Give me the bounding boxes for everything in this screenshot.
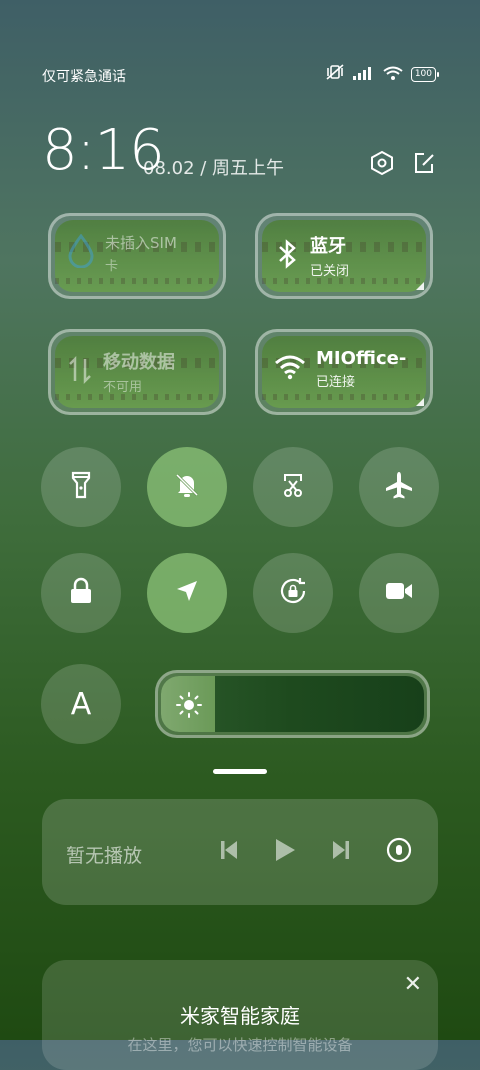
drag-handle[interactable] xyxy=(213,769,267,774)
toggle-mute[interactable] xyxy=(147,447,227,527)
vibrate-off-icon xyxy=(325,64,345,84)
status-icons: 100 xyxy=(325,64,440,84)
settings-icon[interactable] xyxy=(370,150,394,180)
media-player: 暂无播放 xyxy=(42,799,438,905)
water-drop-icon xyxy=(67,233,95,272)
tile-bluetooth-title: 蓝牙 xyxy=(310,236,346,257)
close-icon[interactable]: ✕ xyxy=(404,972,422,997)
data-arrows-icon xyxy=(67,355,93,389)
smarthome-title: 米家智能家庭 xyxy=(180,1004,300,1028)
play-icon[interactable] xyxy=(274,837,296,867)
toggle-location[interactable] xyxy=(147,553,227,633)
auto-brightness-button[interactable]: A xyxy=(41,664,121,744)
toggle-flashlight[interactable] xyxy=(41,447,121,527)
auto-brightness-label: A xyxy=(70,686,92,722)
edit-icon[interactable] xyxy=(412,150,436,180)
location-icon xyxy=(174,578,200,608)
tile-mobile-data-subtitle: 不可用 xyxy=(103,380,143,395)
tile-mobile-data[interactable]: 移动数据 不可用 xyxy=(48,329,226,415)
header-actions xyxy=(370,150,436,180)
tile-wifi[interactable]: MIOffice- 已连接 xyxy=(255,329,433,415)
cast-audio-icon[interactable] xyxy=(386,837,412,867)
wifi-icon xyxy=(383,65,403,84)
toggle-rotation-lock[interactable] xyxy=(253,553,333,633)
tile-bluetooth-subtitle: 已关闭 xyxy=(310,264,350,279)
lock-icon xyxy=(68,577,94,609)
rotation-lock-icon xyxy=(278,576,308,610)
media-status: 暂无播放 xyxy=(66,845,143,867)
battery-indicator: 100 xyxy=(410,66,440,82)
status-carrier-text: 仅可紧急通话 xyxy=(42,69,126,85)
brightness-slider[interactable] xyxy=(155,670,430,738)
wifi-icon xyxy=(274,354,306,384)
screenshot-icon xyxy=(279,471,307,503)
tile-bluetooth[interactable]: 蓝牙 已关闭 xyxy=(255,213,433,299)
flashlight-icon xyxy=(69,470,93,504)
toggle-airplane[interactable] xyxy=(359,447,439,527)
toggle-video-record[interactable] xyxy=(359,553,439,633)
previous-track-icon[interactable] xyxy=(220,839,238,865)
airplane-icon xyxy=(384,470,414,504)
video-icon xyxy=(384,580,414,606)
tile-wifi-title: MIOffice- xyxy=(316,348,407,369)
next-track-icon[interactable] xyxy=(332,839,350,865)
clock-date: 08.02 / 周五上午 xyxy=(143,158,285,179)
tile-mobile-data-title: 移动数据 xyxy=(103,352,175,373)
toggle-lock-screen[interactable] xyxy=(41,553,121,633)
bluetooth-icon xyxy=(274,238,300,274)
sun-icon xyxy=(176,692,202,722)
signal-icon xyxy=(352,65,375,84)
mute-bell-icon xyxy=(173,471,201,503)
smarthome-subtitle: 在这里，您可以快速控制智能设备 xyxy=(127,1036,353,1054)
toggle-screenshot[interactable] xyxy=(253,447,333,527)
expand-corner-icon xyxy=(416,398,424,406)
tile-sim-subtitle: 卡 xyxy=(105,259,119,274)
tile-sim-title: 未插入SIM xyxy=(105,234,177,252)
smarthome-card[interactable]: ✕ 米家智能家庭 在这里，您可以快速控制智能设备 xyxy=(42,960,438,1070)
expand-corner-icon xyxy=(416,282,424,290)
tile-sim[interactable]: 未插入SIM 卡 xyxy=(48,213,226,299)
tile-wifi-subtitle: 已连接 xyxy=(316,375,356,390)
